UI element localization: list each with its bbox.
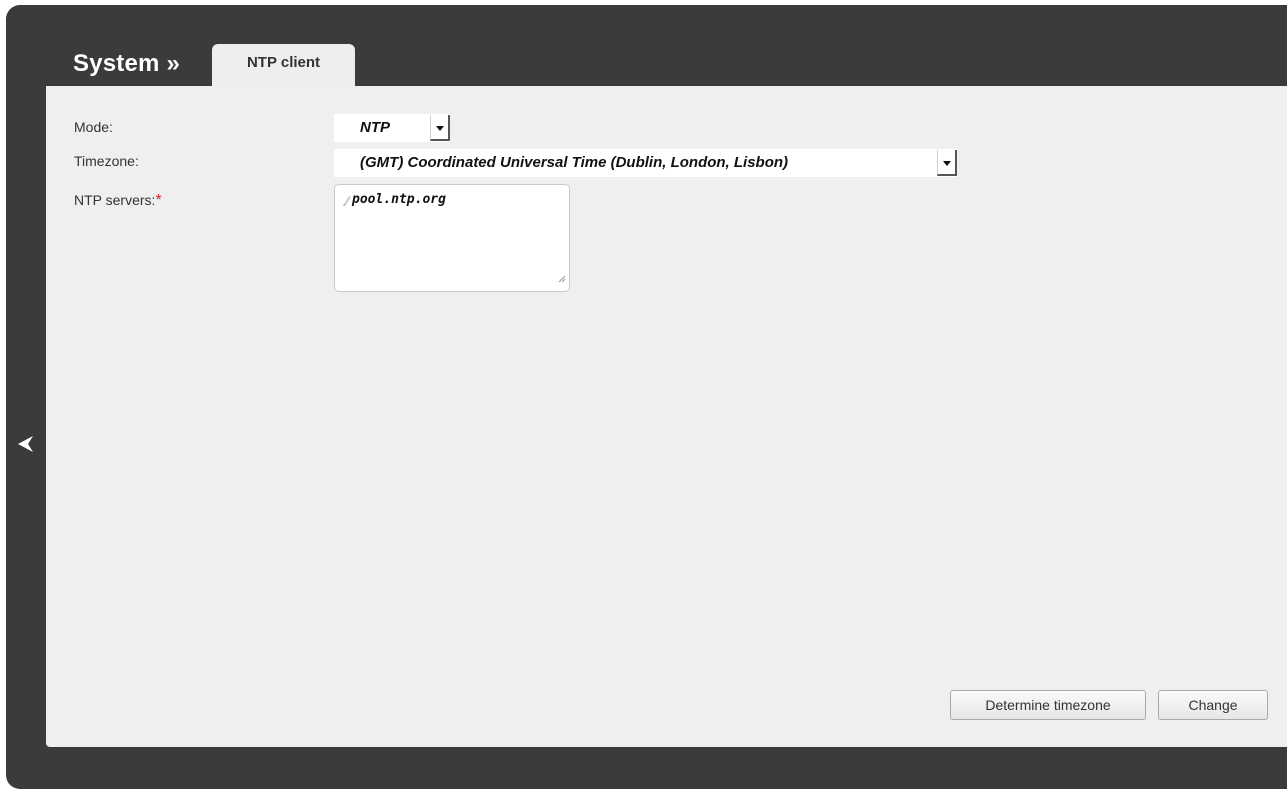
ntp-servers-label: NTP servers:*	[74, 192, 162, 210]
timezone-label: Timezone:	[74, 153, 139, 169]
ntp-servers-textarea[interactable]: pool.ntp.org	[334, 184, 570, 292]
timezone-value: (GMT) Coordinated Universal Time (Dublin…	[360, 154, 789, 171]
ntp-servers-value: pool.ntp.org	[352, 192, 446, 207]
tab-ntp-client[interactable]: NTP client	[212, 44, 355, 88]
determine-timezone-button[interactable]: Determine timezone	[950, 690, 1146, 720]
triangle-down-icon[interactable]	[430, 115, 450, 141]
pencil-icon	[342, 194, 352, 212]
mode-select[interactable]: NTP	[334, 114, 450, 142]
mode-label: Mode:	[74, 119, 113, 135]
timezone-select[interactable]: (GMT) Coordinated Universal Time (Dublin…	[334, 149, 957, 177]
content-panel	[46, 86, 1287, 747]
section-title: System »	[73, 50, 180, 77]
mode-value: NTP	[360, 119, 390, 136]
required-mark: *	[155, 192, 162, 209]
back-chevron-icon[interactable]	[14, 430, 38, 458]
resize-grip-icon[interactable]	[558, 270, 566, 288]
change-button[interactable]: Change	[1158, 690, 1268, 720]
triangle-down-icon[interactable]	[937, 150, 957, 176]
ntp-servers-label-text: NTP servers:	[74, 192, 156, 208]
